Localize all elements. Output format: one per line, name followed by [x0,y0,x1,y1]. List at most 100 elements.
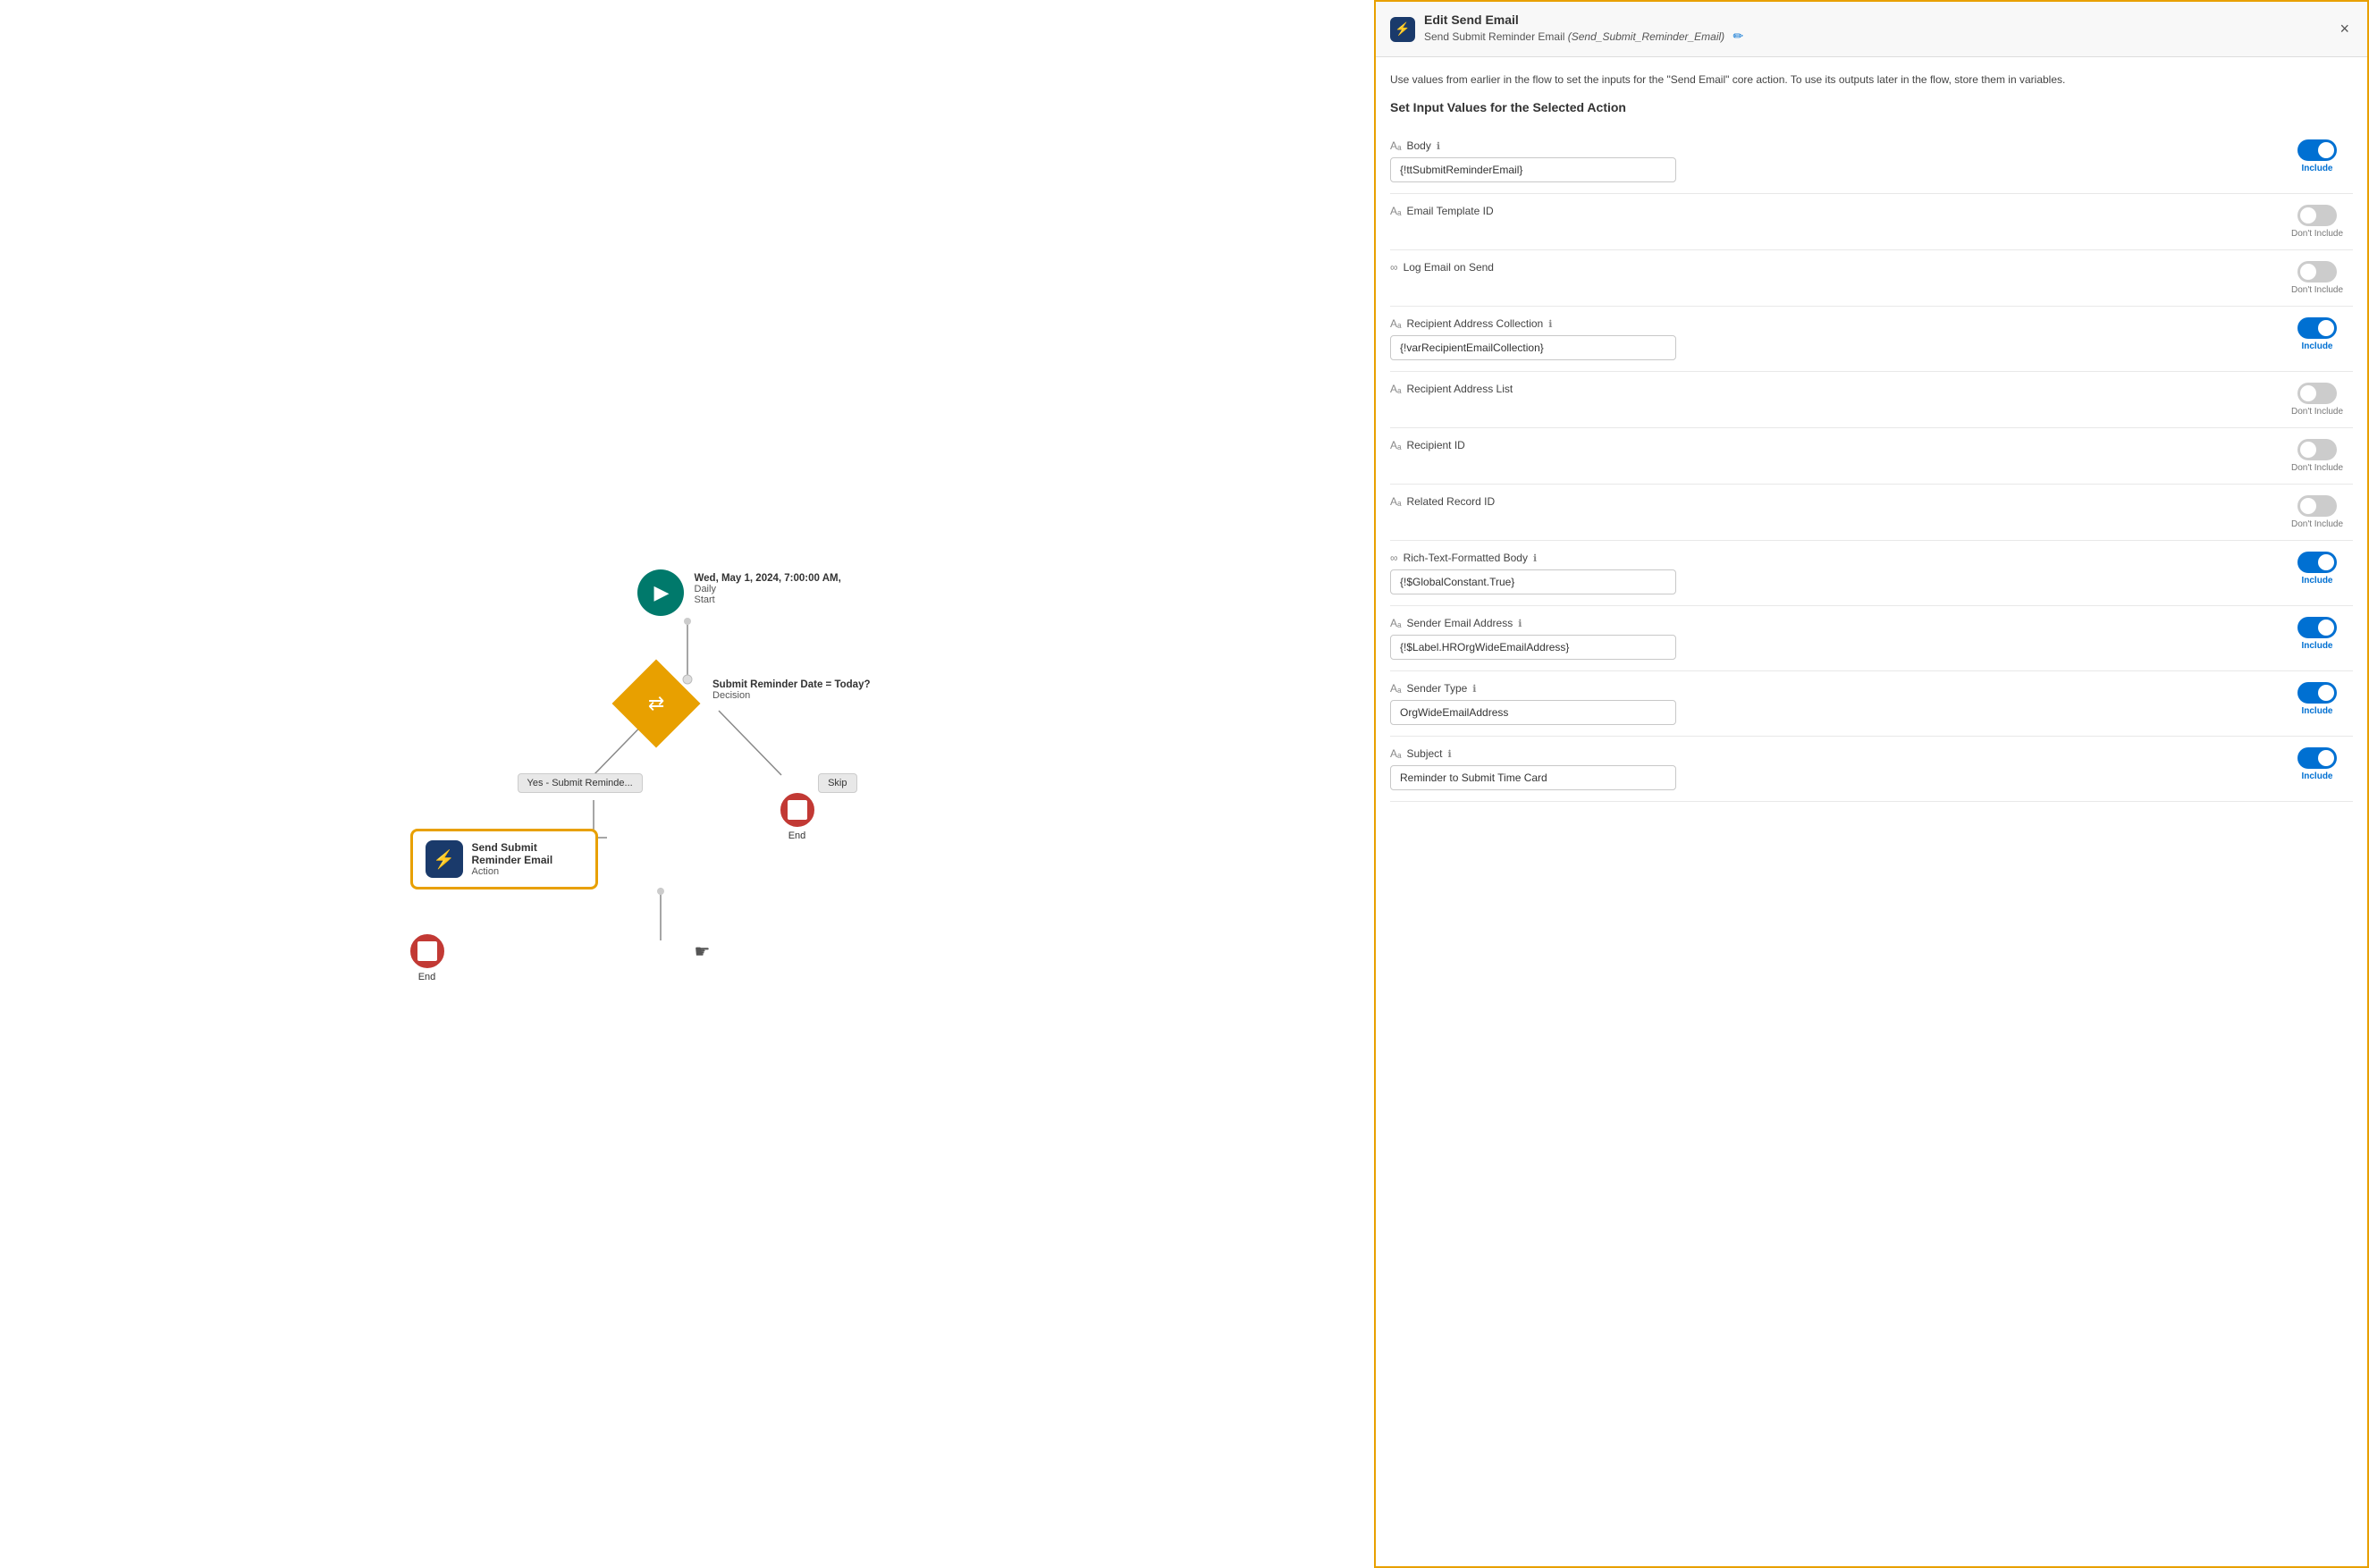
field-row-sender_email_address: Aₐ Sender Email Address ℹ Include [1390,606,2353,671]
field-right-recipient_address_list: Don't Include [2281,383,2353,417]
panel-title: Edit Send Email [1424,13,1749,27]
toggle-label-rich_text_formatted_body: Include [2301,576,2332,586]
field-right-sender_type: Include [2281,682,2353,716]
action-type: Action [472,866,583,877]
toggle-label-email_template_id: Don't Include [2291,229,2343,239]
close-button[interactable]: × [2336,16,2353,42]
field-left-body: Aₐ Body ℹ [1390,139,2271,182]
end-square-right [788,800,807,820]
field-row-rich_text_formatted_body: ∞ Rich-Text-Formatted Body ℹ Include [1390,541,2353,606]
decision-label-text: Submit Reminder Date = Today? [712,679,870,690]
field-label-row-sender_email_address: Aₐ Sender Email Address ℹ [1390,617,2271,629]
field-label-subject: Subject [1406,747,1442,760]
toggle-container-body: Include [2297,139,2337,173]
end-square-bottom [417,941,437,961]
toggle-subject[interactable] [2297,747,2337,769]
toggle-body[interactable] [2297,139,2337,161]
field-label-row-recipient_address_collection: Aₐ Recipient Address Collection ℹ [1390,317,2271,330]
panel-subtitle-prefix: Send Submit Reminder Email [1424,30,1564,43]
branch-yes: Yes - Submit Reminde... [518,773,643,793]
decision-type-label: Decision [712,690,870,701]
field-right-recipient_address_collection: Include [2281,317,2353,351]
end-circle-right[interactable] [780,793,814,827]
section-title: Set Input Values for the Selected Action [1390,100,2353,114]
panel-subtitle: Send Submit Reminder Email (Send_Submit_… [1424,27,1749,46]
toggle-label-body: Include [2301,164,2332,173]
field-type-icon-sender_email_address: Aₐ [1390,617,1401,629]
field-left-rich_text_formatted_body: ∞ Rich-Text-Formatted Body ℹ [1390,552,2271,594]
toggle-email_template_id[interactable] [2297,205,2337,226]
field-label-row-body: Aₐ Body ℹ [1390,139,2271,152]
end-label-right: End [788,830,806,841]
decision-diamond[interactable]: ⇄ [611,660,700,748]
field-row-sender_type: Aₐ Sender Type ℹ Include [1390,671,2353,737]
end-node-bottom[interactable]: End [410,934,444,982]
field-label-rich_text_formatted_body: Rich-Text-Formatted Body [1404,552,1528,564]
toggle-related_record_id[interactable] [2297,495,2337,517]
field-input-subject[interactable] [1390,765,1676,790]
toggle-container-sender_type: Include [2297,682,2337,716]
field-row-recipient_id: Aₐ Recipient ID Don't Include [1390,428,2353,485]
toggle-recipient_id[interactable] [2297,439,2337,460]
action-node[interactable]: ⚡ Send Submit Reminder Email Action [410,829,598,889]
field-right-rich_text_formatted_body: Include [2281,552,2353,586]
field-input-recipient_address_collection[interactable] [1390,335,1676,360]
info-icon-sender_type[interactable]: ℹ [1472,683,1476,695]
field-label-email_template_id: Email Template ID [1406,205,1493,217]
info-icon-rich_text_formatted_body[interactable]: ℹ [1533,552,1537,564]
field-right-related_record_id: Don't Include [2281,495,2353,529]
toggle-slider-rich_text_formatted_body [2297,552,2337,573]
info-icon-body[interactable]: ℹ [1437,140,1440,152]
start-frequency-label: Daily [695,584,841,594]
toggle-log_email_on_send[interactable] [2297,261,2337,282]
field-type-icon-related_record_id: Aₐ [1390,495,1401,508]
toggle-container-recipient_address_list: Don't Include [2291,383,2343,417]
toggle-label-sender_type: Include [2301,706,2332,716]
toggle-sender_email_address[interactable] [2297,617,2337,638]
toggle-slider-recipient_id [2297,439,2337,460]
field-input-sender_type[interactable] [1390,700,1676,725]
field-input-rich_text_formatted_body[interactable] [1390,569,1676,594]
panel-bolt-icon: ⚡ [1395,21,1410,37]
flow-canvas: ▶ Wed, May 1, 2024, 7:00:00 AM, Daily St… [0,0,1374,1568]
info-icon-recipient_address_collection[interactable]: ℹ [1548,318,1552,330]
toggle-recipient_address_collection[interactable] [2297,317,2337,339]
field-label-row-recipient_address_list: Aₐ Recipient Address List [1390,383,2271,395]
toggle-recipient_address_list[interactable] [2297,383,2337,404]
start-node[interactable]: ▶ Wed, May 1, 2024, 7:00:00 AM, Daily St… [637,569,684,616]
field-left-log_email_on_send: ∞ Log Email on Send [1390,261,2271,279]
toggle-label-log_email_on_send: Don't Include [2291,285,2343,295]
field-label-recipient_address_collection: Recipient Address Collection [1406,317,1543,330]
field-label-row-log_email_on_send: ∞ Log Email on Send [1390,261,2271,274]
field-left-sender_type: Aₐ Sender Type ℹ [1390,682,2271,725]
play-icon: ▶ [654,581,670,604]
field-right-sender_email_address: Include [2281,617,2353,651]
branch-skip: Skip [818,773,856,793]
toggle-slider-sender_type [2297,682,2337,704]
field-type-icon-rich_text_formatted_body: ∞ [1390,552,1398,564]
toggle-slider-body [2297,139,2337,161]
toggle-sender_type[interactable] [2297,682,2337,704]
end-circle-bottom[interactable] [410,934,444,968]
field-left-sender_email_address: Aₐ Sender Email Address ℹ [1390,617,2271,660]
field-type-icon-recipient_address_collection: Aₐ [1390,317,1401,330]
edit-pencil-button[interactable]: ✏ [1728,27,1749,46]
toggle-slider-related_record_id [2297,495,2337,517]
start-label: Start [695,594,841,605]
field-row-log_email_on_send: ∞ Log Email on Send Don't Include [1390,250,2353,307]
decision-node[interactable]: ⇄ Submit Reminder Date = Today? Decision [625,672,687,735]
info-icon-sender_email_address[interactable]: ℹ [1518,618,1522,629]
toggle-rich_text_formatted_body[interactable] [2297,552,2337,573]
fields-container: Aₐ Body ℹ Include Aₐ Email Template ID [1390,129,2353,802]
field-label-sender_type: Sender Type [1406,682,1467,695]
field-left-recipient_address_list: Aₐ Recipient Address List [1390,383,2271,400]
end-node-right[interactable]: End [780,793,814,841]
field-left-recipient_id: Aₐ Recipient ID [1390,439,2271,457]
info-icon-subject[interactable]: ℹ [1448,748,1452,760]
field-input-sender_email_address[interactable] [1390,635,1676,660]
field-left-email_template_id: Aₐ Email Template ID [1390,205,2271,223]
panel-description: Use values from earlier in the flow to s… [1390,72,2353,88]
start-circle[interactable]: ▶ [637,569,684,616]
field-input-body[interactable] [1390,157,1676,182]
field-label-row-related_record_id: Aₐ Related Record ID [1390,495,2271,508]
